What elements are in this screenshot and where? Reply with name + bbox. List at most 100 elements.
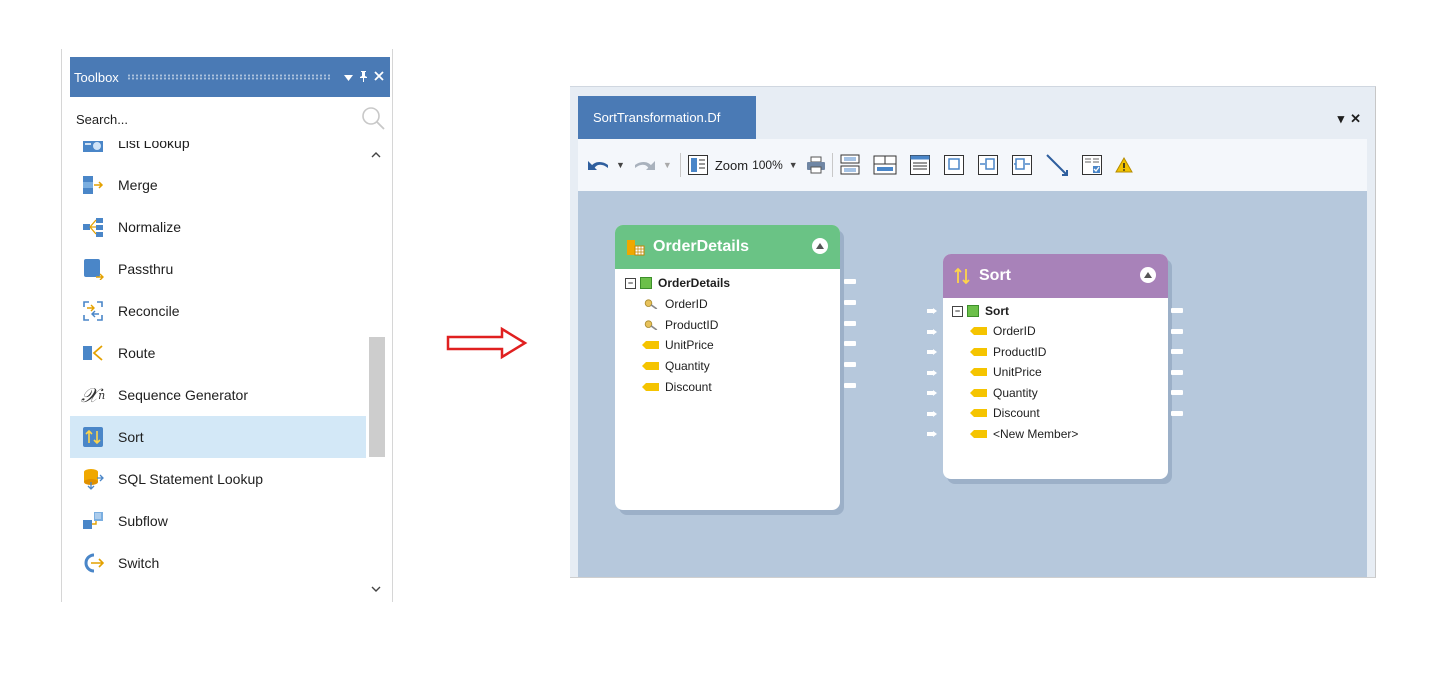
collapse-up-icon[interactable] [812, 238, 828, 254]
toolbox-scrollbar[interactable] [368, 141, 386, 602]
auto-layout-icon[interactable] [839, 154, 861, 176]
close-icon[interactable] [374, 71, 384, 83]
field-row[interactable]: OrderID [642, 294, 708, 314]
toolbox-item-label: Subflow [118, 513, 168, 529]
output-port[interactable] [844, 300, 856, 305]
tree-root-row[interactable]: − OrderDetails [625, 273, 730, 293]
output-port[interactable] [1171, 411, 1183, 416]
field-icon [642, 383, 659, 391]
collapse-up-icon[interactable] [1140, 267, 1156, 283]
toolbox-grip[interactable] [126, 74, 330, 80]
toolbox-item-merge[interactable]: Merge [70, 164, 366, 206]
node-header[interactable]: Sort [943, 254, 1168, 298]
output-port[interactable] [844, 383, 856, 388]
link-icon[interactable] [1045, 153, 1069, 177]
redo-dropdown-icon[interactable]: ▼ [663, 160, 672, 170]
toolbox-item-normalize[interactable]: Normalize [70, 206, 366, 248]
field-row[interactable]: OrderID [970, 321, 1036, 341]
preview-icon[interactable] [1081, 154, 1103, 176]
output-port[interactable] [1171, 308, 1183, 313]
field-row[interactable]: ProductID [642, 315, 718, 335]
warning-icon[interactable] [1114, 157, 1133, 173]
output-port[interactable] [1171, 370, 1183, 375]
zoom-dropdown-icon[interactable]: ▼ [789, 160, 798, 170]
toolbox-item-label: Switch [118, 555, 160, 571]
collapse-tree-icon[interactable]: − [625, 277, 636, 289]
window-close-icon[interactable]: ✕ [1350, 111, 1367, 126]
tree-root-row[interactable]: − Sort [952, 301, 1009, 321]
switch-icon [82, 552, 104, 574]
field-row[interactable]: Quantity [970, 383, 1038, 403]
output-port[interactable] [844, 341, 856, 346]
right-arrow-icon [446, 326, 528, 360]
tab-sorttransformation[interactable]: SortTransformation.Df [578, 96, 756, 139]
output-port[interactable] [1171, 390, 1183, 395]
layout-icon[interactable] [687, 154, 709, 176]
field-row[interactable]: Discount [970, 403, 1040, 423]
output-panel-icon[interactable] [1011, 154, 1033, 176]
node-header[interactable]: OrderDetails [615, 225, 840, 269]
toolbox-item-sequence-generator[interactable]: 𝒳n Sequence Generator [70, 374, 366, 416]
toolbox-dropdown-icon[interactable] [344, 71, 353, 83]
toolbox-item-reconcile[interactable]: Reconcile [70, 290, 366, 332]
expand-icon[interactable] [943, 154, 965, 176]
toolbox-item-switch[interactable]: Switch [70, 542, 366, 584]
toolbox-item-sql-statement-lookup[interactable]: SQL Statement Lookup [70, 458, 366, 500]
output-port[interactable] [1171, 349, 1183, 354]
toolbar-separator [831, 153, 833, 177]
input-port[interactable] [927, 411, 937, 417]
toolbox-item-label: SQL Statement Lookup [118, 471, 264, 487]
field-row[interactable]: <New Member> [970, 424, 1078, 444]
print-icon[interactable] [806, 156, 826, 174]
field-row[interactable]: ProductID [970, 342, 1046, 362]
collapse-tree-icon[interactable]: − [952, 305, 963, 317]
toolbox-item-subflow[interactable]: Subflow [70, 500, 366, 542]
properties-icon[interactable] [909, 154, 931, 176]
window-menu-icon[interactable]: ▾ [1338, 111, 1351, 126]
database-table-icon [625, 237, 645, 257]
undo-icon[interactable] [586, 157, 610, 173]
input-port[interactable] [927, 308, 937, 314]
toolbox-item-route[interactable]: Route [70, 332, 366, 374]
field-row[interactable]: UnitPrice [970, 362, 1042, 382]
output-port[interactable] [844, 362, 856, 367]
scroll-up-icon[interactable] [371, 149, 381, 161]
pin-icon[interactable] [359, 70, 368, 84]
sort-node[interactable]: Sort − Sort OrderID ProductID UnitPrice [927, 254, 1183, 479]
input-port[interactable] [927, 349, 937, 355]
input-port[interactable] [927, 329, 937, 335]
record-icon [967, 305, 979, 317]
search-icon[interactable] [360, 105, 386, 134]
order-details-node[interactable]: OrderDetails − OrderDetails OrderID Prod… [615, 225, 856, 510]
input-port[interactable] [927, 431, 937, 437]
scroll-down-icon[interactable] [371, 584, 381, 596]
redo-icon[interactable] [633, 157, 657, 173]
align-icon[interactable] [873, 154, 897, 176]
toolbox-item-list-lookup[interactable]: List Lookup [70, 141, 366, 164]
scrollbar-thumb[interactable] [369, 337, 385, 457]
input-port[interactable] [927, 370, 937, 376]
search-input[interactable] [76, 111, 360, 127]
field-row[interactable]: UnitPrice [642, 335, 714, 355]
field-icon [970, 368, 987, 376]
window-buttons[interactable]: ▾✕ [1338, 111, 1367, 127]
toolbox-item-sort[interactable]: Sort [70, 416, 366, 458]
toolbox-search [70, 97, 390, 141]
field-icon [970, 409, 987, 417]
toolbox-item-passthru[interactable]: Passthru [70, 248, 366, 290]
output-port[interactable] [844, 279, 856, 284]
toolbox-item-label: Passthru [118, 261, 174, 277]
output-port[interactable] [1171, 329, 1183, 334]
field-row[interactable]: Discount [642, 377, 712, 397]
input-panel-icon[interactable] [977, 154, 999, 176]
undo-dropdown-icon[interactable]: ▼ [616, 160, 625, 170]
designer-canvas[interactable]: OrderDetails − OrderDetails OrderID Prod… [578, 191, 1367, 577]
input-port[interactable] [927, 390, 937, 396]
output-port[interactable] [844, 321, 856, 326]
tab-title: SortTransformation.Df [593, 110, 721, 125]
zoom-value[interactable]: 100% [752, 158, 783, 172]
toolbar-separator [679, 153, 681, 177]
sort-icon [82, 426, 104, 448]
field-row[interactable]: Quantity [642, 356, 710, 376]
toolbox-item-label: Merge [118, 177, 158, 193]
